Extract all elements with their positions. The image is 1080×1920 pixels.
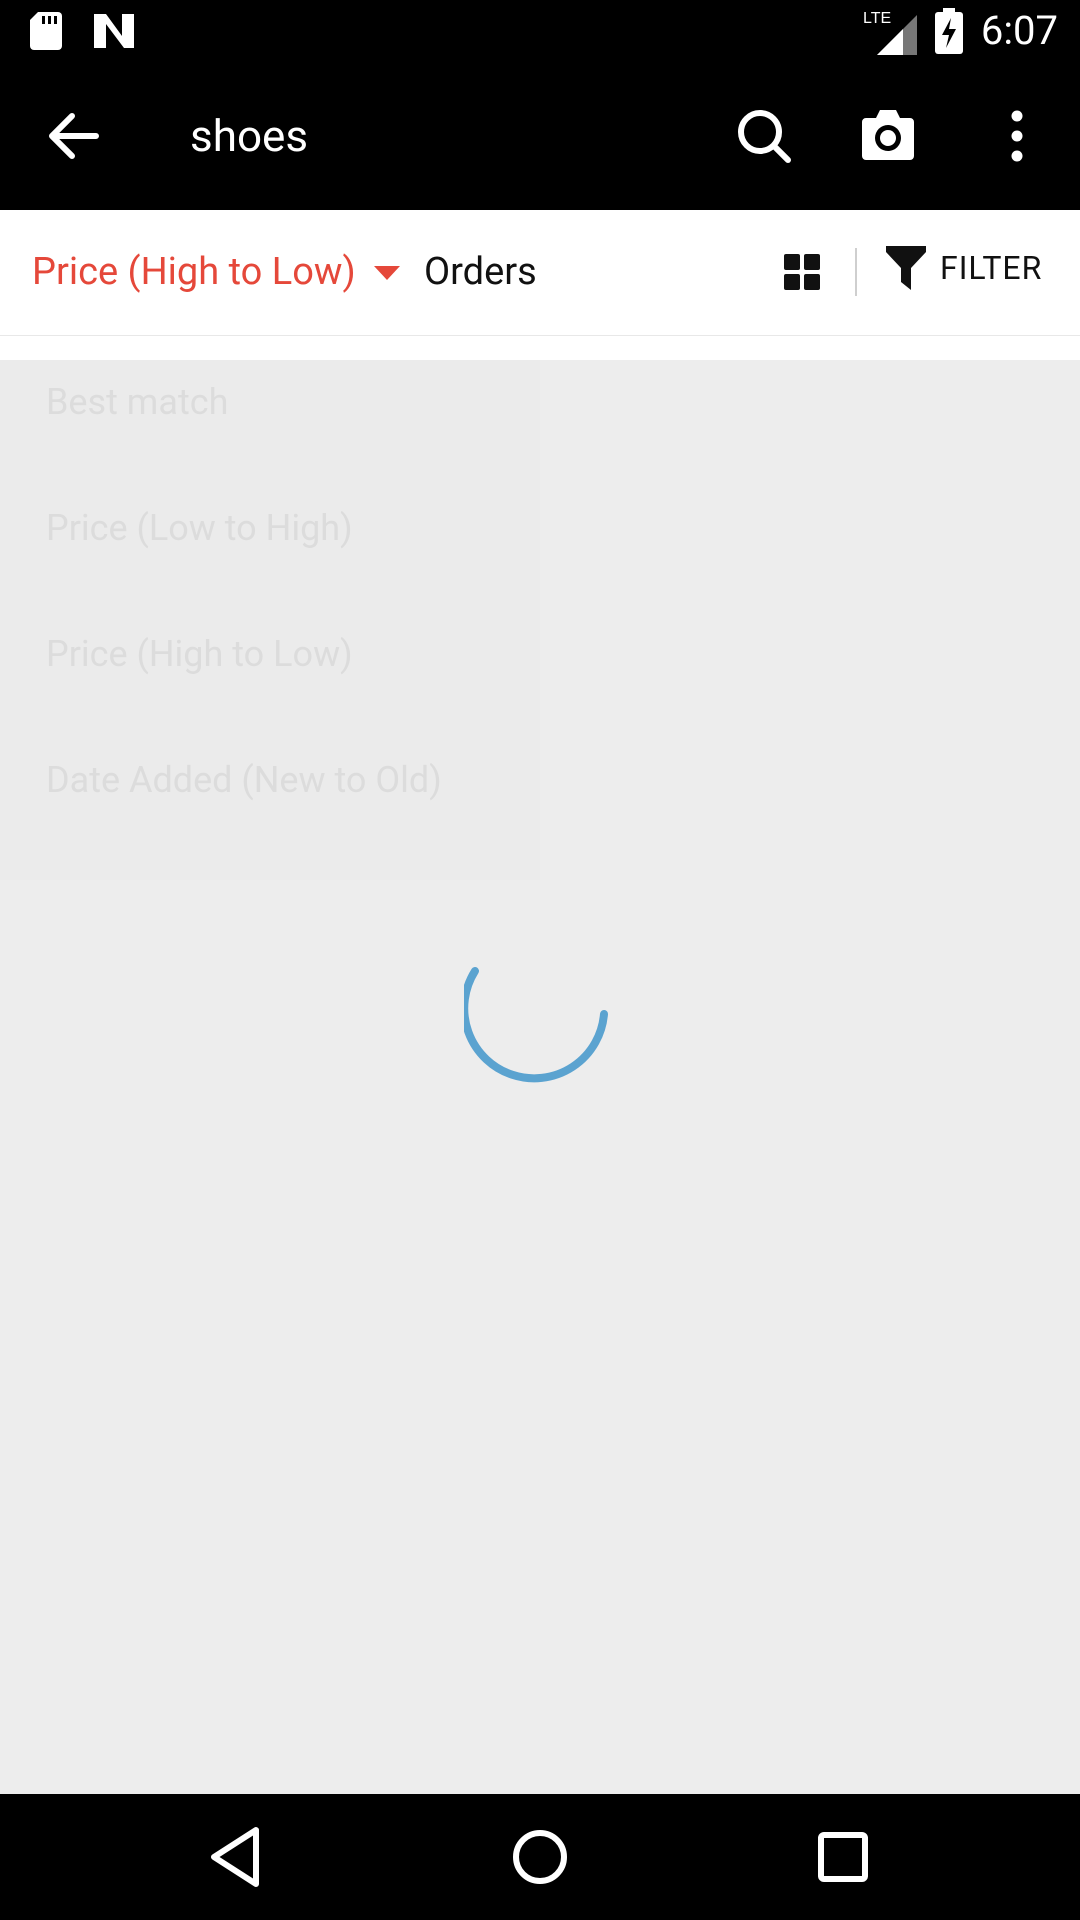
- nav-back-icon[interactable]: [204, 1824, 270, 1890]
- search-icon[interactable]: [734, 106, 794, 166]
- sort-option-price-high-low[interactable]: Price (High to Low): [46, 630, 353, 678]
- funnel-icon: [886, 246, 926, 290]
- nav-home-icon[interactable]: [507, 1824, 573, 1890]
- system-nav-bar: [0, 1794, 1080, 1920]
- app-bar: shoes: [0, 62, 1080, 210]
- dropdown-caret-icon: [373, 266, 400, 280]
- sort-selector[interactable]: Price (High to Low): [32, 246, 400, 298]
- sort-option-best-match[interactable]: Best match: [46, 378, 228, 426]
- sort-bar-bottom-strip: [0, 336, 1080, 360]
- search-query-title[interactable]: shoes: [190, 106, 308, 166]
- sort-option-date-added[interactable]: Date Added (New to Old): [46, 756, 442, 804]
- back-arrow-icon[interactable]: [44, 110, 104, 162]
- camera-icon[interactable]: [858, 106, 918, 166]
- battery-charging-icon: [934, 8, 963, 54]
- vertical-divider: [855, 248, 857, 296]
- loading-spinner-icon: [464, 967, 608, 1083]
- grid-view-icon[interactable]: [784, 254, 820, 290]
- network-type-label: LTE: [863, 10, 891, 27]
- status-time: 6:07: [980, 7, 1058, 54]
- nav-recents-icon[interactable]: [810, 1824, 876, 1890]
- sd-card-icon: [30, 12, 62, 50]
- sort-selected-label: Price (High to Low): [32, 250, 356, 294]
- lte-signal-icon: LTE: [863, 10, 917, 55]
- more-options-icon[interactable]: [1000, 106, 1034, 166]
- filter-button[interactable]: FILTER: [886, 246, 1042, 290]
- status-bar: LTE 6:07: [0, 0, 1080, 62]
- filter-label: FILTER: [940, 249, 1043, 287]
- n-logo-icon: [94, 14, 134, 48]
- sort-option-price-low-high[interactable]: Price (Low to High): [46, 504, 353, 552]
- sort-dropdown-menu: Best match Price (Low to High) Price (Hi…: [0, 360, 540, 880]
- sort-orders-tab[interactable]: Orders: [424, 246, 537, 298]
